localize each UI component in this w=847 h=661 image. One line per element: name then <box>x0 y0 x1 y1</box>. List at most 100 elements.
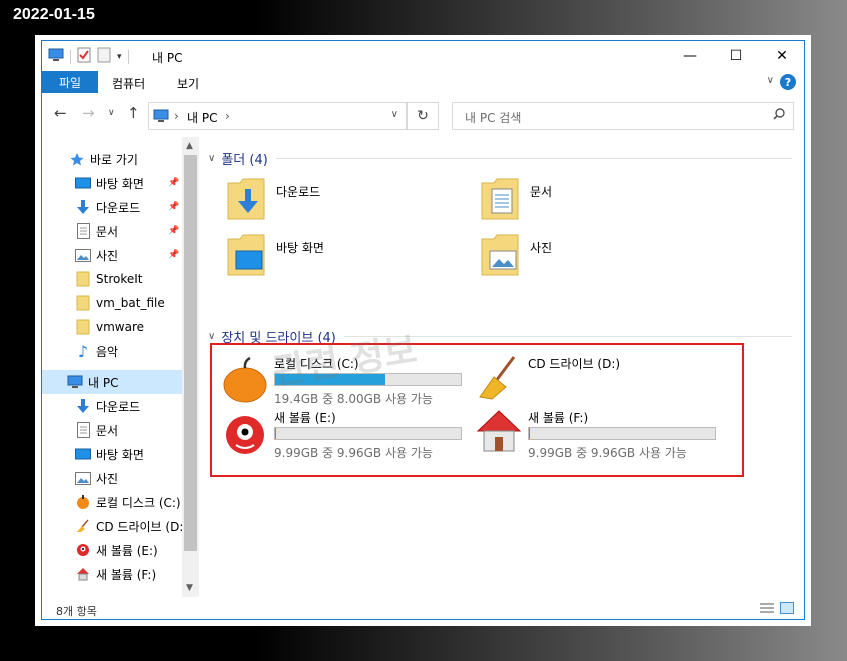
title-bar: ▾ 내 PC — ☐ ✕ <box>42 41 804 71</box>
tab-view[interactable]: 보기 <box>177 75 199 92</box>
nav-item-documents[interactable]: 문서 <box>74 219 182 243</box>
drive-usage-fill <box>275 374 385 385</box>
scroll-down-icon[interactable]: ▼ <box>186 583 193 593</box>
large-icons-view-icon[interactable] <box>780 602 794 617</box>
folder-tile-pictures[interactable]: 사진 <box>480 233 552 277</box>
nav-pc-item-drive-e[interactable]: 새 볼륨 (E:) <box>74 538 182 562</box>
folder-label: 문서 <box>530 185 553 199</box>
expand-ribbon-icon[interactable]: ∨ <box>767 75 774 86</box>
nav-pc-item-pictures[interactable]: 사진 <box>74 466 182 490</box>
breadcrumb-location[interactable]: 내 PC <box>187 109 217 126</box>
nav-pc-item-drive-c[interactable]: 로컬 디스크 (C:) <box>74 490 182 514</box>
drive-name: CD 드라이브 (D:) <box>528 357 621 371</box>
drive-tile-e[interactable]: 새 볼륨 (E:) 9.99GB 중 9.96GB 사용 가능 <box>222 409 472 460</box>
qat-divider <box>70 49 71 64</box>
breadcrumb-chevron-icon[interactable]: › <box>225 109 230 123</box>
details-view-icon[interactable] <box>760 602 774 617</box>
properties-icon[interactable] <box>77 47 91 66</box>
nav-quick-access[interactable]: 바로 가기 <box>68 147 182 171</box>
nav-item-label: 바탕 화면 <box>96 176 144 191</box>
broom-drive-icon <box>479 356 516 400</box>
download-folder-icon <box>227 178 265 220</box>
help-icon[interactable]: ? <box>780 74 796 90</box>
picture-icon <box>74 469 92 487</box>
address-dropdown-icon[interactable]: ∨ <box>391 109 398 120</box>
drive-usage-fill <box>529 428 530 439</box>
nav-item-label: 새 볼륨 (E:) <box>96 543 158 558</box>
up-button[interactable]: ↑ <box>127 104 140 122</box>
nav-item-label: StrokeIt <box>96 272 143 286</box>
maximize-button[interactable]: ☐ <box>713 41 759 71</box>
download-icon <box>74 198 92 216</box>
pin-icon: 📌 <box>168 202 180 212</box>
nav-item-downloads[interactable]: 다운로드 <box>74 195 182 219</box>
nav-pc-item-drive-d[interactable]: CD 드라이브 (D:) <box>74 514 182 538</box>
minimize-button[interactable]: — <box>667 41 713 71</box>
folder-icon <box>74 270 92 288</box>
nav-pc-item-downloads[interactable]: 다운로드 <box>74 394 182 418</box>
nav-item-strokeit[interactable]: StrokeIt <box>74 267 182 291</box>
nav-scrollbar[interactable]: ▲ ▼ <box>182 137 199 597</box>
folder-tile-documents[interactable]: 문서 <box>480 177 552 221</box>
navigation-pane: 바로 가기 바탕 화면 📌 다운로드 📌 문서 📌 사진 📌 StrokeIt <box>42 137 199 597</box>
search-icon[interactable] <box>773 108 785 123</box>
drive-tile-d[interactable]: CD 드라이브 (D:) <box>476 355 726 405</box>
recent-locations-button[interactable]: ∨ <box>108 108 115 118</box>
drive-tile-f[interactable]: 새 볼륨 (F:) 9.99GB 중 9.96GB 사용 가능 <box>476 409 726 460</box>
nav-pc-item-documents[interactable]: 문서 <box>74 418 182 442</box>
folders-group-header[interactable]: ∨ 폴더 (4) <box>208 149 792 168</box>
document-folder-icon <box>481 178 519 220</box>
drive-name: 새 볼륨 (F:) <box>528 411 589 425</box>
drive-name: 로컬 디스크 (C:) <box>274 357 359 371</box>
folder-label: 다운로드 <box>276 185 321 199</box>
close-button[interactable]: ✕ <box>759 41 804 71</box>
pin-icon: 📌 <box>168 178 180 188</box>
drive-usage-bar <box>274 427 462 440</box>
nav-this-pc-label: 내 PC <box>88 375 119 390</box>
date-stamp: 2022-01-15 <box>13 6 95 23</box>
drive-usage-bar <box>528 427 716 440</box>
folder-tile-desktop[interactable]: 바탕 화면 <box>226 233 324 277</box>
document-icon <box>74 421 92 439</box>
nav-item-pictures[interactable]: 사진 <box>74 243 182 267</box>
nav-item-desktop[interactable]: 바탕 화면 <box>74 171 182 195</box>
back-button[interactable]: ← <box>54 104 67 122</box>
nav-item-label: 새 볼륨 (F:) <box>96 567 157 582</box>
nav-item-music[interactable]: ♪ 음악 <box>74 339 182 363</box>
drive-tile-c[interactable]: 로컬 디스크 (C:) 19.4GB 중 8.00GB 사용 가능 <box>222 355 472 406</box>
tab-file[interactable]: 파일 <box>42 71 98 93</box>
scroll-thumb[interactable] <box>184 155 197 551</box>
orange-drive-icon <box>74 493 92 511</box>
customize-qat-icon[interactable]: ▾ <box>117 52 122 62</box>
picture-folder-icon <box>481 234 519 276</box>
folder-icon <box>74 294 92 312</box>
nav-item-vmware[interactable]: vmware <box>74 315 182 339</box>
refresh-button[interactable]: ↻ <box>407 102 439 130</box>
nav-pc-item-desktop[interactable]: 바탕 화면 <box>74 442 182 466</box>
collapse-chevron-icon[interactable]: ∨ <box>208 331 215 342</box>
nav-item-label: 사진 <box>96 471 119 486</box>
pin-icon: 📌 <box>168 226 180 236</box>
search-input[interactable]: 내 PC 검색 <box>452 102 794 130</box>
red-monster-drive-icon <box>74 541 92 559</box>
drive-space-info: 19.4GB 중 8.00GB 사용 가능 <box>274 392 433 406</box>
forward-button[interactable]: → <box>82 104 95 122</box>
drive-usage-bar <box>274 373 462 386</box>
desktop-folder-icon <box>227 234 265 276</box>
address-row: ← → ∨ ↑ › 내 PC › ∨ ↻ 내 PC 검색 <box>42 93 804 137</box>
window-title: 내 PC <box>152 51 183 65</box>
nav-pc-item-drive-f[interactable]: 새 볼륨 (F:) <box>74 562 182 586</box>
nav-item-vm-bat-file[interactable]: vm_bat_file <box>74 291 182 315</box>
desktop-icon <box>74 445 92 463</box>
star-icon <box>68 150 86 168</box>
pin-icon: 📌 <box>168 250 180 260</box>
download-icon <box>74 397 92 415</box>
address-bar[interactable]: › 내 PC › ∨ <box>148 102 407 130</box>
nav-this-pc[interactable]: 내 PC <box>42 370 182 394</box>
new-folder-icon[interactable] <box>97 47 111 66</box>
tab-computer[interactable]: 컴퓨터 <box>112 75 145 92</box>
scroll-up-icon[interactable]: ▲ <box>186 141 193 151</box>
nav-item-label: 사진 <box>96 248 119 263</box>
folder-tile-downloads[interactable]: 다운로드 <box>226 177 320 221</box>
collapse-chevron-icon[interactable]: ∨ <box>208 153 215 164</box>
